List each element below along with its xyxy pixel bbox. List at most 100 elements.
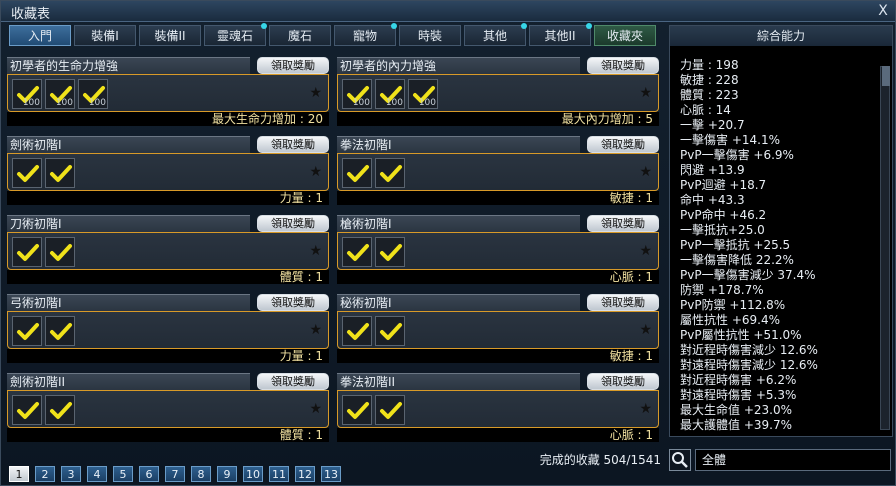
orb-item-slot[interactable] <box>342 316 372 346</box>
tab-8[interactable]: 其他II <box>529 23 592 46</box>
tab-label: 收藏夾 <box>606 29 643 43</box>
check-icon <box>380 165 402 182</box>
favorite-star-icon[interactable]: ★ <box>309 164 322 180</box>
claim-reward-button[interactable]: 領取獎勵 <box>257 57 329 74</box>
page-button[interactable]: 7 <box>165 466 185 482</box>
claim-reward-button[interactable]: 領取獎勵 <box>587 57 659 74</box>
collection-card: 初學者的生命力增強 領取獎勵 100 100 100 ★ 最大生命力增加 : 20 <box>7 57 331 127</box>
favorite-star-icon[interactable]: ★ <box>639 322 652 338</box>
claim-reward-button[interactable]: 領取獎勵 <box>257 294 329 311</box>
claim-reward-button[interactable]: 領取獎勵 <box>587 373 659 390</box>
stat-line: 命中 +43.3 <box>680 193 745 207</box>
card-body: ★ <box>7 153 329 191</box>
tab-9[interactable]: 收藏夾 <box>594 25 656 46</box>
favorite-star-icon[interactable]: ★ <box>309 243 322 259</box>
favorite-star-icon[interactable]: ★ <box>639 164 652 180</box>
page-button[interactable]: 10 <box>243 466 263 482</box>
collection-card: 劍術初階I 領取獎勵 ★ 力量 : 1 <box>7 136 331 206</box>
close-button[interactable]: X <box>875 3 891 19</box>
item-count: 100 <box>385 98 403 108</box>
filter-bar: 全體 <box>669 449 891 471</box>
page-button[interactable]: 11 <box>269 466 289 482</box>
tab-2[interactable]: 裝備II <box>139 25 201 46</box>
potion-item-slot[interactable]: 100 <box>45 79 75 109</box>
tab-0[interactable]: 入門 <box>9 25 71 46</box>
sword-item-slot[interactable] <box>45 158 75 188</box>
card-body: ★ <box>7 311 329 349</box>
page-button[interactable]: 9 <box>217 466 237 482</box>
page-button[interactable]: 5 <box>113 466 133 482</box>
glove-item-slot[interactable] <box>375 158 405 188</box>
bow-item-slot[interactable] <box>12 316 42 346</box>
item-count: 100 <box>88 98 106 108</box>
glove-item-slot[interactable] <box>342 395 372 425</box>
tab-1[interactable]: 裝備I <box>74 25 136 46</box>
claim-reward-button[interactable]: 領取獎勵 <box>587 136 659 153</box>
tab-5[interactable]: 寵物 <box>334 23 397 46</box>
page-button[interactable]: 12 <box>295 466 315 482</box>
favorite-star-icon[interactable]: ★ <box>309 85 322 101</box>
tab-label: 魔石 <box>287 29 312 43</box>
page-button[interactable]: 6 <box>139 466 159 482</box>
tab-7[interactable]: 其他 <box>464 23 527 46</box>
collection-card: 拳法初階II 領取獎勵 ★ 心脈 : 1 <box>337 373 661 443</box>
potion-item-slot[interactable]: 100 <box>375 79 405 109</box>
stat-line: 一擊傷害降低 22.2% <box>680 253 794 267</box>
potion-item-slot[interactable]: 100 <box>78 79 108 109</box>
card-body: ★ <box>7 390 329 428</box>
claim-reward-button[interactable]: 領取獎勵 <box>257 136 329 153</box>
blade-item-slot[interactable] <box>12 237 42 267</box>
stat-line: 防禦 +178.7% <box>680 283 764 297</box>
tab-4[interactable]: 魔石 <box>269 25 331 46</box>
favorite-star-icon[interactable]: ★ <box>639 243 652 259</box>
favorite-star-icon[interactable]: ★ <box>309 401 322 417</box>
glove-item-slot[interactable] <box>375 395 405 425</box>
potion-item-slot[interactable]: 100 <box>342 79 372 109</box>
page-button[interactable]: 8 <box>191 466 211 482</box>
potion-item-slot[interactable]: 100 <box>12 79 42 109</box>
window-title: 收藏表 <box>11 7 51 22</box>
orb-item-slot[interactable] <box>375 316 405 346</box>
page-button[interactable]: 1 <box>9 466 29 482</box>
tab-label: 寵物 <box>352 29 377 43</box>
sword-item-slot[interactable] <box>12 395 42 425</box>
blade-item-slot[interactable] <box>45 237 75 267</box>
tab-6[interactable]: 時裝 <box>399 25 461 46</box>
page-button[interactable]: 3 <box>61 466 81 482</box>
tab-3[interactable]: 靈魂石 <box>204 23 267 46</box>
sword-item-slot[interactable] <box>45 395 75 425</box>
card-title: 弓術初階I <box>7 294 250 312</box>
tab-notification-dot <box>261 23 267 29</box>
favorite-star-icon[interactable]: ★ <box>639 85 652 101</box>
stats-scroll-thumb[interactable] <box>882 66 890 86</box>
bow-item-slot[interactable] <box>45 316 75 346</box>
spear-item-slot[interactable] <box>375 237 405 267</box>
favorite-star-icon[interactable]: ★ <box>639 401 652 417</box>
claim-reward-button[interactable]: 領取獎勵 <box>587 294 659 311</box>
card-body: ★ <box>7 232 329 270</box>
sword-item-slot[interactable] <box>12 158 42 188</box>
potion-item-slot[interactable]: 100 <box>408 79 438 109</box>
claim-reward-button[interactable]: 領取獎勵 <box>257 215 329 232</box>
page-button[interactable]: 2 <box>35 466 55 482</box>
search-icon[interactable] <box>669 449 691 471</box>
title-bar[interactable]: 收藏表 X <box>1 1 895 22</box>
filter-select[interactable]: 全體 <box>695 449 891 471</box>
check-icon <box>50 402 72 419</box>
tab-label: 入門 <box>27 29 52 43</box>
check-icon <box>380 323 402 340</box>
stats-scrollbar[interactable] <box>880 66 890 430</box>
card-bonus: 敏捷 : 1 <box>337 191 659 205</box>
card-bonus: 心脈 : 1 <box>337 428 659 442</box>
spear-item-slot[interactable] <box>342 237 372 267</box>
check-icon <box>50 323 72 340</box>
stat-line: 敏捷 : 228 <box>680 73 739 87</box>
claim-reward-button[interactable]: 領取獎勵 <box>587 215 659 232</box>
card-bonus: 體質 : 1 <box>7 428 329 442</box>
page-button[interactable]: 4 <box>87 466 107 482</box>
page-button[interactable]: 13 <box>321 466 341 482</box>
category-tabs: 入門 裝備I 裝備II 靈魂石 魔石 寵物 時裝 其他 其他II 收藏夾 <box>9 23 659 47</box>
favorite-star-icon[interactable]: ★ <box>309 322 322 338</box>
glove-item-slot[interactable] <box>342 158 372 188</box>
claim-reward-button[interactable]: 領取獎勵 <box>257 373 329 390</box>
